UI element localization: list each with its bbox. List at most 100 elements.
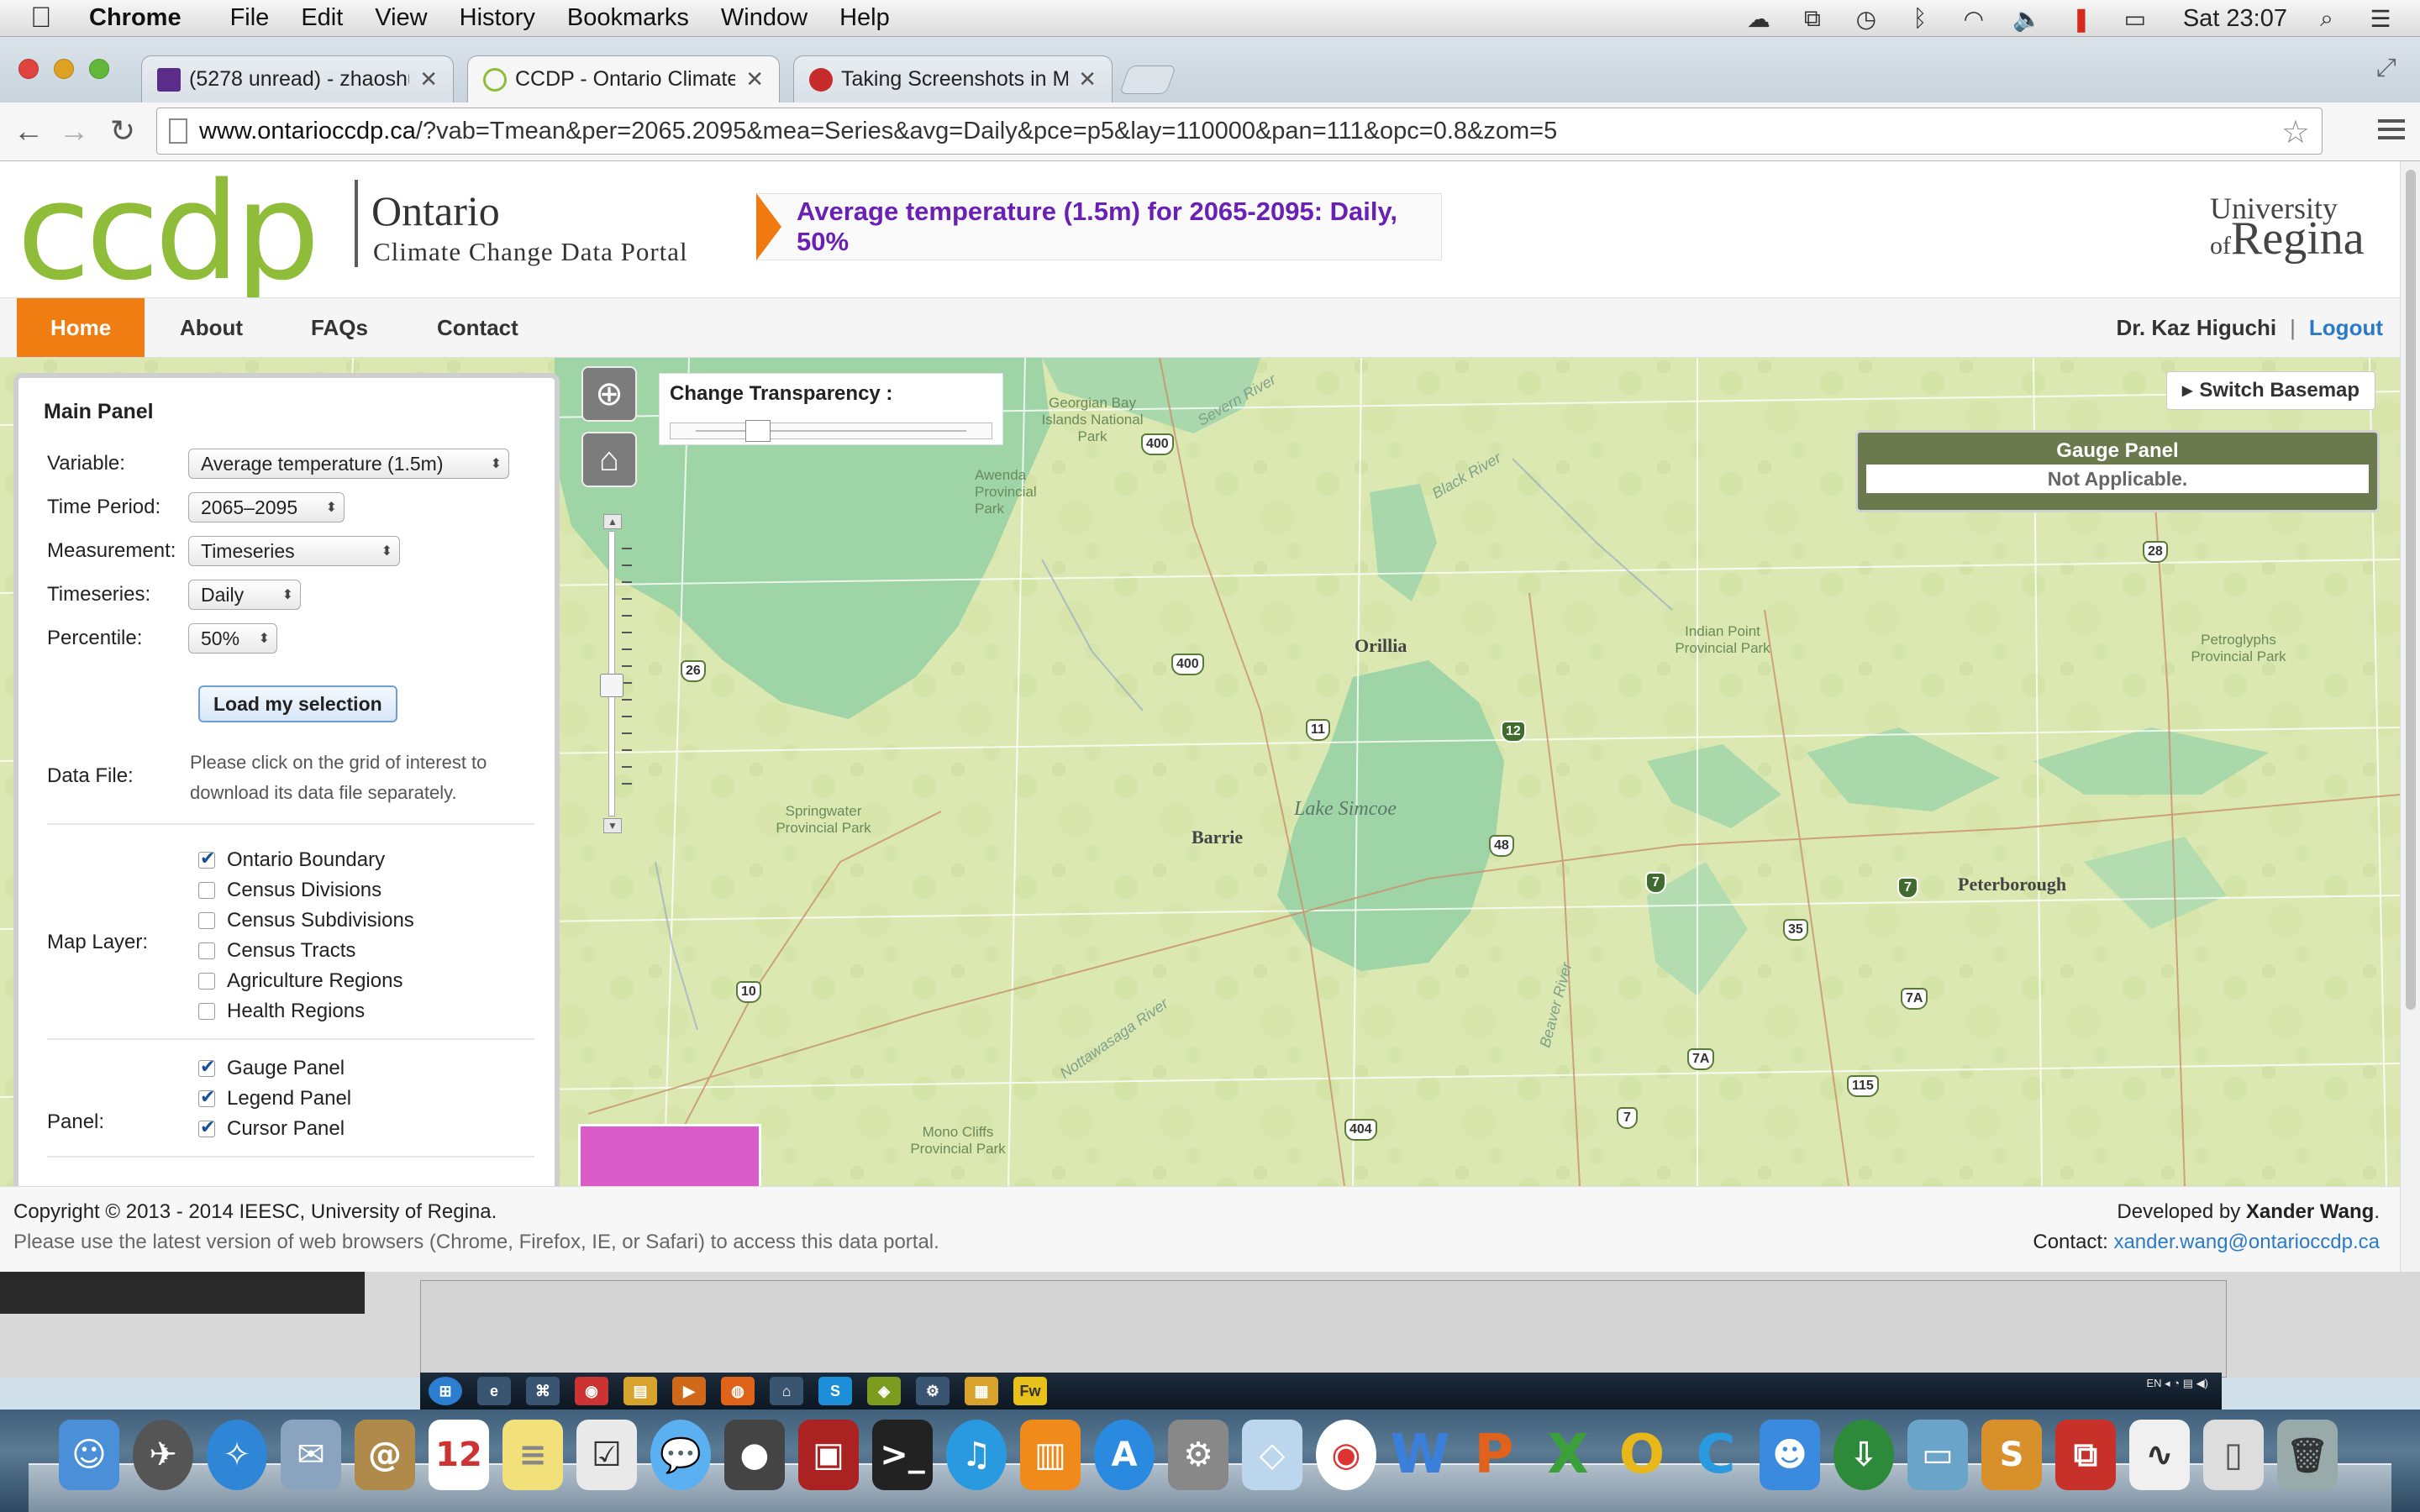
screen-share-icon[interactable]: ⧉ (1798, 5, 1827, 31)
window-close-button[interactable] (18, 59, 39, 79)
activity-monitor-icon[interactable]: ∿ (2129, 1420, 2190, 1490)
contact-email-link[interactable]: xander.wang@ontarioccdp.ca (2113, 1231, 2380, 1253)
safari-icon[interactable]: ✧ (207, 1420, 267, 1490)
download-icon[interactable]: ⇩ (1833, 1420, 1894, 1490)
forward-button[interactable]: → (55, 113, 92, 150)
checkbox[interactable] (198, 882, 215, 899)
menu-bookmarks[interactable]: Bookmarks (567, 4, 689, 32)
notes-icon[interactable]: ≡ (502, 1420, 563, 1490)
outlook-icon[interactable]: O (1612, 1420, 1672, 1490)
skype-icon[interactable]: S (818, 1377, 852, 1405)
excel-icon[interactable]: X (1538, 1420, 1598, 1490)
virtualbox-icon[interactable]: ◇ (1242, 1420, 1302, 1490)
bluetooth-icon[interactable]: ᛒ (1906, 5, 1934, 31)
communicator-icon[interactable]: C (1686, 1420, 1746, 1490)
launchpad-icon[interactable]: ✈ (133, 1420, 193, 1490)
finder-icon[interactable]: ☺ (59, 1420, 119, 1490)
chrome-menu-icon[interactable] (2378, 119, 2405, 144)
period-select[interactable]: 2065–2095 (188, 492, 345, 522)
zip-file-icon[interactable]: ▯ (2203, 1420, 2264, 1490)
layer-ontario-boundary[interactable]: Ontario Boundary (198, 848, 385, 872)
nav-faqs[interactable]: FAQs (277, 298, 402, 357)
zoom-slider[interactable]: ▲ ▼ (600, 514, 632, 833)
checkbox[interactable] (198, 942, 215, 959)
notification-center-icon[interactable]: ☰ (2366, 6, 2395, 32)
itunes-icon[interactable]: ♫ (946, 1420, 1007, 1490)
network-share-icon[interactable]: ⌂ (770, 1377, 803, 1405)
window-minimize-button[interactable] (54, 59, 74, 79)
reminders-icon[interactable]: ☑ (576, 1420, 637, 1490)
window-zoom-button[interactable] (89, 59, 109, 79)
percentile-select[interactable]: 50% (188, 623, 277, 654)
parallels-icon[interactable]: ⧉ (2055, 1420, 2116, 1490)
photo-booth-icon[interactable]: ▣ (798, 1420, 859, 1490)
chrome-dock-icon[interactable]: ◉ (1316, 1420, 1376, 1490)
tab-close-icon[interactable]: ✕ (1078, 66, 1097, 92)
tab-ccdp[interactable]: CCDP - Ontario Climate Ch ✕ (467, 55, 780, 102)
layer-health-regions[interactable]: Health Regions (198, 1000, 365, 1023)
layer-census-subdivisions[interactable]: Census Subdivisions (198, 909, 414, 932)
load-selection-button[interactable]: Load my selection (198, 685, 397, 722)
menu-edit[interactable]: Edit (301, 4, 343, 32)
canada-flag-icon[interactable]: ❚ (2067, 6, 2096, 32)
contacts-icon[interactable]: @ (355, 1420, 415, 1490)
layer-agriculture-regions[interactable]: Agriculture Regions (198, 969, 402, 993)
chrome-icon[interactable]: ◉ (575, 1377, 608, 1405)
map-canvas[interactable]: Orillia Barrie Lake Simcoe Peterborough … (0, 358, 2400, 1186)
app-icon[interactable]: ◈ (867, 1377, 901, 1405)
network-icon[interactable]: ⌘ (526, 1377, 560, 1405)
sublime-icon[interactable]: S (1981, 1420, 2042, 1490)
windows-start-icon[interactable]: ⊞ (429, 1377, 462, 1405)
mail-app-icon[interactable]: ✉ (281, 1420, 341, 1490)
transparency-slider[interactable] (670, 420, 992, 442)
firefox-icon[interactable]: ◍ (721, 1377, 755, 1405)
calendar-icon[interactable]: 12 (429, 1420, 489, 1490)
new-tab-button[interactable] (1118, 66, 1177, 94)
timeseries-select[interactable]: Daily (188, 580, 301, 610)
powerpoint-icon[interactable]: P (1464, 1420, 1524, 1490)
folder-icon[interactable]: ▤ (623, 1377, 657, 1405)
fireworks-icon[interactable]: Fw (1013, 1377, 1047, 1405)
app-store-icon[interactable]: A (1094, 1420, 1155, 1490)
checkbox[interactable] (198, 1116, 215, 1138)
checkbox[interactable] (198, 1003, 215, 1020)
fullscreen-icon[interactable]: ⤢ (2376, 54, 2396, 82)
page-scrollbar[interactable] (2400, 161, 2420, 1272)
terminal-icon[interactable]: >_ (872, 1420, 933, 1490)
volume-icon[interactable]: 🔈 (2012, 6, 2042, 32)
transparency-thumb[interactable] (744, 420, 771, 442)
nav-about[interactable]: About (146, 298, 276, 357)
menu-view[interactable]: View (375, 4, 427, 32)
menu-app-name[interactable]: Chrome (89, 4, 182, 32)
messages-icon[interactable]: 💬 (650, 1420, 711, 1490)
measurement-select[interactable]: Timeseries (188, 536, 400, 566)
panel-legend[interactable]: Legend Panel (198, 1086, 351, 1110)
lync-icon[interactable]: ☻ (1760, 1420, 1820, 1490)
menu-file[interactable]: File (230, 4, 270, 32)
checkbox[interactable] (198, 973, 215, 990)
switch-basemap-button[interactable]: ▶ Switch Basemap (2166, 371, 2376, 410)
reload-button[interactable]: ↻ (104, 113, 141, 150)
tab-screenshots[interactable]: Taking Screenshots in Mac ✕ (793, 55, 1113, 102)
menu-window[interactable]: Window (721, 4, 808, 32)
wifi-icon[interactable]: ◠ (1960, 6, 1988, 32)
settings-icon[interactable]: ⚙ (916, 1377, 950, 1405)
data-grid-cell[interactable] (578, 1124, 761, 1186)
nav-contact[interactable]: Contact (403, 298, 552, 357)
word-icon[interactable]: W (1390, 1420, 1450, 1490)
panel-cursor[interactable]: Cursor Panel (198, 1116, 345, 1141)
logout-link[interactable]: Logout (2309, 315, 2383, 341)
checkbox[interactable] (198, 1056, 215, 1078)
nav-home[interactable]: Home (17, 298, 145, 357)
checkbox[interactable] (198, 848, 215, 869)
facetime-icon[interactable]: ● (724, 1420, 785, 1490)
bookmark-star-icon[interactable]: ☆ (2281, 113, 2310, 151)
spotlight-search-icon[interactable]: ⌕ (2312, 5, 2341, 31)
home-extent-button[interactable]: ⌂ (581, 432, 637, 487)
battery-icon[interactable]: ▭ (2121, 6, 2149, 32)
variable-select[interactable]: Average temperature (1.5m) (188, 449, 509, 479)
menu-clock[interactable]: Sat 23:07 (2183, 5, 2287, 33)
panel-gauge[interactable]: Gauge Panel (198, 1056, 345, 1080)
layer-census-tracts[interactable]: Census Tracts (198, 939, 355, 963)
zoom-knob[interactable] (600, 674, 623, 697)
